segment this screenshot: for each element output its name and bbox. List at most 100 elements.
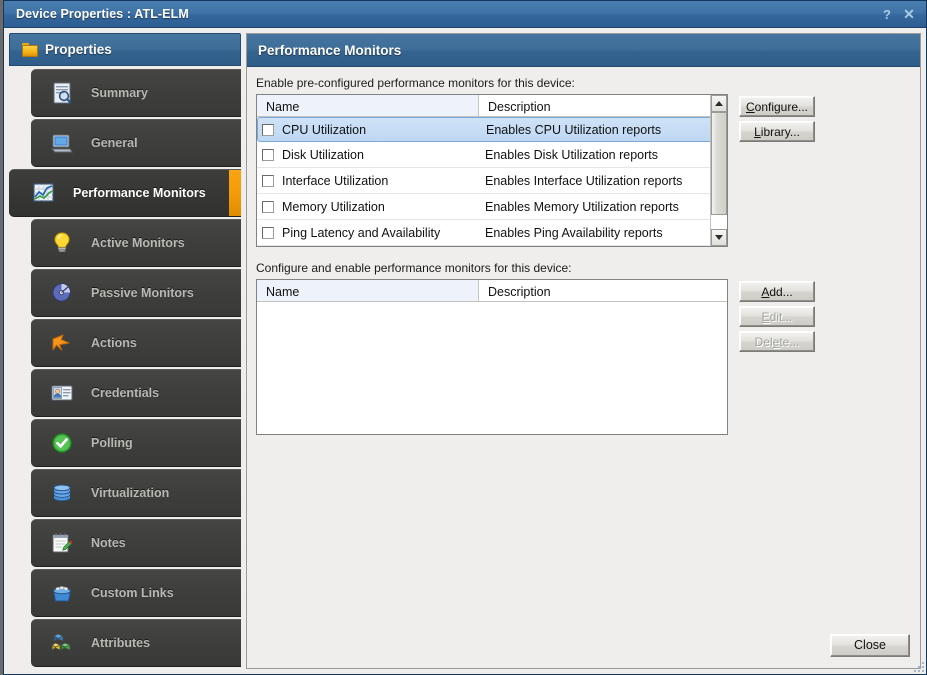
preconfigured-monitors-section: Enable pre-configured performance monito… — [256, 76, 911, 247]
column-header-name[interactable]: Name — [257, 280, 479, 301]
preconfigured-buttons: Configure... Library... — [739, 76, 815, 142]
sidebar-item-label: Virtualization — [91, 486, 170, 500]
row-checkbox[interactable] — [262, 174, 274, 187]
column-header-name[interactable]: Name — [257, 95, 479, 116]
sidebar-item-label: Polling — [91, 436, 133, 450]
line-chart-icon — [31, 180, 57, 206]
table-row[interactable]: Interface Utilization Enables Interface … — [257, 168, 727, 194]
sidebar-item-general[interactable]: General — [31, 119, 241, 167]
lightbulb-icon — [49, 230, 75, 256]
column-header-description[interactable]: Description — [479, 95, 727, 116]
table-body: CPU Utilization Enables CPU Utilization … — [257, 117, 727, 246]
sidebar-item-virtualization[interactable]: Virtualization — [31, 469, 241, 517]
row-checkbox[interactable] — [262, 123, 274, 136]
summary-report-icon — [49, 80, 75, 106]
configurable-monitors-section: Configure and enable performance monitor… — [256, 261, 911, 435]
table-body-empty — [257, 302, 727, 434]
column-header-description[interactable]: Description — [479, 280, 727, 301]
sidebar-item-label: Performance Monitors — [73, 186, 206, 200]
row-checkbox[interactable] — [262, 226, 274, 239]
chevron-down-icon — [715, 235, 723, 240]
sidebar-header-label: Properties — [45, 42, 112, 57]
sidebar-item-label: Actions — [91, 336, 137, 350]
table-vertical-scrollbar[interactable] — [710, 95, 727, 246]
row-description-cell: Enables Ping Availability reports — [485, 225, 663, 240]
scroll-track[interactable] — [711, 112, 727, 229]
row-name-cell: Disk Utilization — [257, 148, 479, 162]
table-row[interactable]: Memory Utilization Enables Memory Utiliz… — [257, 194, 727, 220]
device-properties-window: Device Properties : ATL-ELM ? ✕ Properti… — [3, 0, 927, 675]
row-checkbox[interactable] — [262, 148, 274, 161]
row-description-cell: Enables Memory Utilization reports — [485, 199, 679, 214]
sidebar-item-label: General — [91, 136, 138, 150]
row-name-text: CPU Utilization — [282, 122, 367, 137]
computer-monitor-icon — [49, 130, 75, 156]
blue-stack-icon — [49, 480, 75, 506]
chevron-up-icon — [715, 101, 723, 106]
preconfigured-monitors-table: Name Description CPU Utilization Enables… — [256, 94, 728, 247]
table-row[interactable]: Ping Latency and Availability Enables Pi… — [257, 220, 727, 246]
sidebar-item-credentials[interactable]: Credentials — [31, 369, 241, 417]
library-button[interactable]: Library... — [739, 121, 815, 142]
sidebar-item-label: Custom Links — [91, 586, 174, 600]
help-icon[interactable]: ? — [876, 4, 898, 24]
configurable-monitors-table: Name Description — [256, 279, 728, 435]
row-name-text: Disk Utilization — [282, 147, 364, 162]
table-header-row: Name Description — [257, 280, 727, 302]
sidebar-item-notes[interactable]: Notes — [31, 519, 241, 567]
sidebar-item-label: Credentials — [91, 386, 160, 400]
sidebar-item-polling[interactable]: Polling — [31, 419, 241, 467]
row-description-cell: Enables Interface Utilization reports — [485, 173, 683, 188]
title-bar: Device Properties : ATL-ELM ? ✕ — [4, 1, 926, 28]
sidebar-header: Properties — [9, 33, 241, 66]
colored-cubes-icon — [49, 630, 75, 656]
sidebar-item-attributes[interactable]: Attributes — [31, 619, 241, 667]
configurable-section-label: Configure and enable performance monitor… — [256, 261, 572, 275]
scroll-thumb[interactable] — [711, 112, 727, 215]
orange-arrow-icon — [49, 330, 75, 356]
row-name-text: Interface Utilization — [282, 173, 389, 188]
id-card-icon — [49, 380, 75, 406]
row-checkbox[interactable] — [262, 200, 274, 213]
panel-footer: Close — [247, 622, 920, 668]
window-title: Device Properties : ATL-ELM — [16, 7, 189, 21]
add-button[interactable]: Add... — [739, 281, 815, 302]
scroll-up-button[interactable] — [711, 95, 727, 112]
row-name-cell: Memory Utilization — [257, 200, 479, 214]
sidebar-item-performance-monitors[interactable]: Performance Monitors — [9, 169, 241, 217]
configure-button[interactable]: Configure... — [739, 96, 815, 117]
preconfigured-section-label: Enable pre-configured performance monito… — [256, 76, 575, 90]
delete-button: Del e te... — [739, 331, 815, 352]
sidebar-item-list: Summary General Performance Monitors Act… — [9, 66, 241, 669]
sidebar-item-summary[interactable]: Summary — [31, 69, 241, 117]
notepad-pencil-icon — [49, 530, 75, 556]
row-description-cell: Enables Disk Utilization reports — [485, 147, 658, 162]
properties-sidebar: Properties Summary General Performance M… — [9, 33, 241, 669]
sidebar-item-active-monitors[interactable]: Active Monitors — [31, 219, 241, 267]
sidebar-item-custom-links[interactable]: Custom Links — [31, 569, 241, 617]
table-row[interactable]: CPU Utilization Enables CPU Utilization … — [257, 117, 727, 142]
green-check-icon — [49, 430, 75, 456]
folder-icon — [22, 43, 38, 57]
row-name-text: Memory Utilization — [282, 199, 385, 214]
row-name-cell: Ping Latency and Availability — [257, 226, 479, 240]
scroll-down-button[interactable] — [711, 229, 727, 246]
window-body: Properties Summary General Performance M… — [4, 28, 926, 674]
configurable-buttons: Add... Edit... Del e te... — [739, 261, 815, 352]
sidebar-item-passive-monitors[interactable]: Passive Monitors — [31, 269, 241, 317]
sidebar-item-label: Notes — [91, 536, 126, 550]
sidebar-item-label: Passive Monitors — [91, 286, 194, 300]
panel-title: Performance Monitors — [258, 42, 402, 58]
table-header-row: Name Description — [257, 95, 727, 117]
satellite-dish-icon — [49, 280, 75, 306]
performance-monitors-panel: Performance Monitors Enable pre-configur… — [246, 33, 921, 669]
close-button[interactable]: Close — [830, 633, 910, 657]
sidebar-item-actions[interactable]: Actions — [31, 319, 241, 367]
close-icon[interactable]: ✕ — [898, 4, 920, 24]
panel-content: Enable pre-configured performance monito… — [247, 67, 920, 622]
table-row[interactable]: Disk Utilization Enables Disk Utilizatio… — [257, 142, 727, 168]
sidebar-item-label: Summary — [91, 86, 148, 100]
row-name-text: Ping Latency and Availability — [282, 225, 441, 240]
resize-grip[interactable] — [910, 658, 924, 672]
row-name-cell: Interface Utilization — [257, 174, 479, 188]
